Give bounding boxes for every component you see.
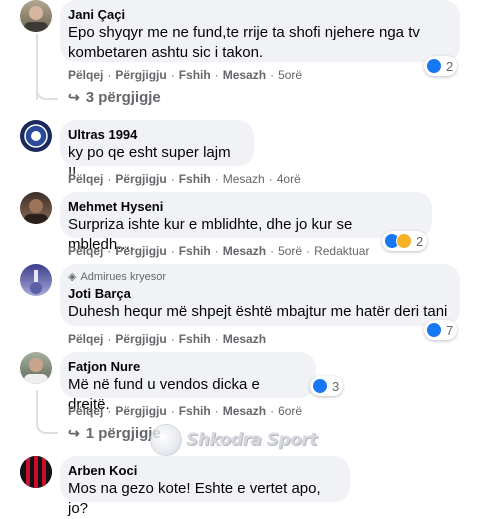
reply-button[interactable]: Përgjigju: [115, 404, 166, 418]
comment-author[interactable]: Ultras 1994: [68, 126, 242, 143]
comment-time[interactable]: 5orë: [278, 68, 302, 82]
comment-author[interactable]: Fatjon Nure: [68, 358, 304, 375]
reaction-count: 3: [332, 378, 340, 394]
avatar[interactable]: [20, 120, 52, 152]
watermark: Shkodra Sport: [150, 424, 317, 456]
reaction-count: 2: [446, 58, 454, 74]
view-replies-link[interactable]: ↪ 3 përgjigje: [68, 89, 161, 106]
avatar-image: [24, 199, 48, 224]
reply-button[interactable]: Përgjigju: [115, 332, 166, 346]
edited-label[interactable]: Redaktuar: [314, 244, 369, 258]
hide-button[interactable]: Fshih: [179, 68, 211, 82]
diamond-icon: ◈: [68, 271, 77, 283]
comment-author[interactable]: Joti Barça: [68, 285, 448, 302]
message-button[interactable]: Mesazh: [223, 332, 266, 346]
avatar[interactable]: [20, 352, 52, 384]
thread-connector: [36, 84, 58, 100]
like-button[interactable]: Pëlqej: [68, 68, 103, 82]
avatar-image: [24, 358, 48, 384]
hide-button[interactable]: Fshih: [179, 172, 211, 186]
reply-button[interactable]: Përgjigju: [115, 244, 166, 258]
hide-button[interactable]: Fshih: [179, 404, 211, 418]
comment-time[interactable]: 5orë: [278, 244, 302, 258]
comment-text: Epo shyqyr me ne fund,te rrije ta shofi …: [68, 24, 420, 41]
message-button[interactable]: Mesazh: [223, 172, 265, 186]
comment-actions: Pëlqej · Përgjigju · Fshih · Mesazh · 4orë: [68, 172, 301, 186]
reply-button[interactable]: Përgjigju: [115, 68, 166, 82]
comment-time[interactable]: 6orë: [278, 404, 302, 418]
avatar-image: [20, 456, 52, 488]
thread-line: [36, 390, 38, 420]
avatar-image: [24, 6, 48, 32]
message-button[interactable]: Mesazh: [223, 68, 266, 82]
comment-actions: Pëlqej · Përgjigju · Fshih · Mesazh: [68, 332, 267, 346]
like-button[interactable]: Pëlqej: [68, 404, 103, 418]
avatar[interactable]: [20, 192, 52, 224]
reaction-summary[interactable]: 2: [382, 231, 428, 251]
comment-text: Mos na gezo kote! Eshte e vertet apo, jo…: [68, 480, 321, 517]
watermark-ball-icon: [150, 424, 182, 456]
like-button[interactable]: Pëlqej: [68, 172, 103, 186]
avatar[interactable]: [20, 0, 52, 32]
comment-actions: Pëlqej · Përgjigju · Fshih · Mesazh · 6orë: [68, 404, 303, 418]
avatar[interactable]: [20, 456, 52, 488]
reaction-summary[interactable]: 2: [424, 56, 458, 76]
comment-bubble: Jani Çaçi Epo shyqyr me ne fund,te rrije…: [60, 0, 460, 62]
reaction-summary[interactable]: 3: [310, 376, 344, 396]
reply-arrow-icon: ↪: [68, 89, 80, 105]
comment-author[interactable]: Arben Koci: [68, 462, 338, 479]
reaction-count: 2: [416, 233, 424, 249]
comment-time[interactable]: 4orë: [277, 172, 301, 186]
comment-author[interactable]: Mehmet Hyseni: [68, 198, 420, 215]
reply-button[interactable]: Përgjigju: [115, 172, 166, 186]
comment-bubble: ◈ Admirues kryesor Joti Barça Duhesh hequ…: [60, 264, 460, 326]
message-button[interactable]: Mesazh: [223, 244, 266, 258]
hide-button[interactable]: Fshih: [179, 332, 211, 346]
top-fan-badge: ◈ Admirues kryesor: [68, 270, 448, 284]
comment-bubble: Ultras 1994 ky po qe esht super lajm !!: [60, 120, 254, 181]
thread-connector: [36, 418, 58, 434]
like-button[interactable]: Pëlqej: [68, 244, 103, 258]
avatar-image: [24, 124, 48, 148]
reply-arrow-icon: ↪: [68, 425, 80, 441]
badge-label: Admirues kryesor: [80, 271, 167, 283]
comment-actions: Pëlqej · Përgjigju · Fshih · Mesazh · 5orë: [68, 68, 303, 82]
comment-text: Duhesh hequr më shpejt është mbajtur me …: [68, 303, 448, 320]
comment-author[interactable]: Jani Çaçi: [68, 6, 448, 23]
view-replies-link[interactable]: ↪ 1 përgjigje: [68, 425, 161, 442]
haha-reaction-icon: [396, 233, 412, 249]
like-reaction-icon: [426, 322, 442, 338]
comment-actions: Pëlqej · Përgjigju · Fshih · Mesazh · 5orë · Redak…: [68, 244, 370, 258]
like-reaction-icon: [426, 58, 442, 74]
like-button[interactable]: Pëlqej: [68, 332, 103, 346]
hide-button[interactable]: Fshih: [179, 244, 211, 258]
watermark-text: Shkodra Sport: [186, 430, 317, 450]
comment-bubble: Mehmet Hyseni Surpriza ishte kur e mblid…: [60, 192, 432, 253]
comment-text: kombetaren ashtu sic i takon.: [68, 44, 264, 61]
avatar-image: [30, 270, 42, 294]
like-reaction-icon: [312, 378, 328, 394]
comment-bubble: Arben Koci Mos na gezo kote! Eshte e ver…: [60, 456, 350, 517]
message-button[interactable]: Mesazh: [223, 404, 266, 418]
replies-count: 3 përgjigje: [85, 89, 161, 106]
reaction-summary[interactable]: 7: [424, 320, 458, 340]
comment-bubble: Fatjon Nure Më në fund u vendos dicka e …: [60, 352, 316, 413]
avatar[interactable]: [20, 264, 52, 296]
reaction-count: 7: [446, 322, 454, 338]
